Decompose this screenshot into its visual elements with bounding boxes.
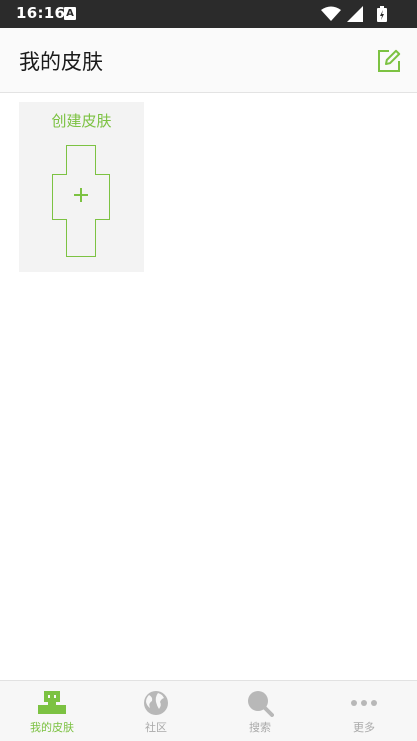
notification-icon: A — [64, 7, 76, 20]
create-skin-label: 创建皮肤 — [51, 112, 112, 130]
nav-label: 我的皮肤 — [30, 721, 74, 734]
nav-label: 更多 — [353, 721, 375, 734]
nav-item-search[interactable]: 搜索 — [208, 681, 312, 741]
signal-icon — [347, 6, 363, 22]
nav-item-community[interactable]: 社区 — [104, 681, 208, 741]
edit-square-icon — [378, 49, 401, 72]
app-bar: 我的皮肤 — [0, 28, 417, 93]
nav-item-more[interactable]: 更多 — [312, 681, 416, 741]
battery-icon — [377, 6, 387, 22]
nav-label: 搜索 — [249, 721, 271, 734]
bottom-nav: 我的皮肤 社区 搜索 更多 — [0, 680, 417, 741]
status-time: 16:16 — [16, 4, 66, 22]
search-icon — [248, 691, 274, 717]
screen: 16:16 A 我的皮肤 创建皮肤 我的皮肤 社区 搜索 更多 — [0, 0, 417, 741]
wifi-icon — [321, 6, 341, 21]
nav-item-my-skins[interactable]: 我的皮肤 — [0, 681, 104, 741]
nav-label: 社区 — [145, 721, 167, 734]
status-bar: 16:16 A — [0, 0, 417, 28]
edit-button[interactable] — [375, 47, 403, 75]
plus-icon — [74, 188, 88, 202]
page-title: 我的皮肤 — [19, 50, 103, 74]
globe-icon — [144, 691, 168, 715]
more-dots-icon — [351, 700, 377, 706]
robot-icon — [38, 691, 66, 714]
skin-outline-icon — [52, 145, 110, 257]
create-skin-card[interactable]: 创建皮肤 — [19, 102, 144, 272]
